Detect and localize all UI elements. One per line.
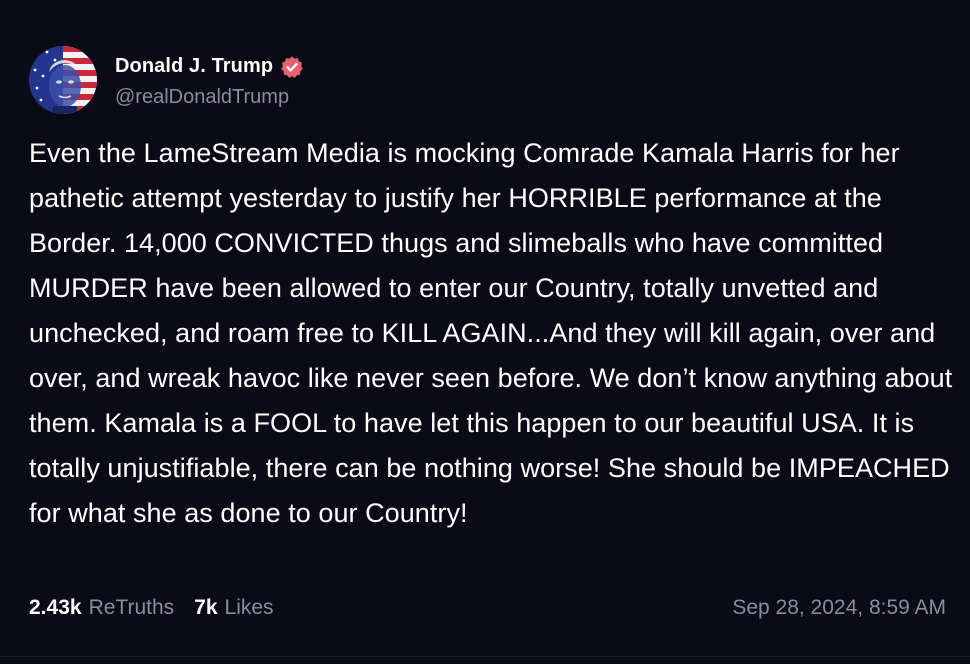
- post-stats: 2.43k ReTruths 7k Likes: [29, 596, 294, 620]
- retruths-label: ReTruths: [88, 596, 175, 619]
- likes-count: 7k: [194, 596, 218, 619]
- avatar-image: [29, 46, 97, 114]
- likes-stat[interactable]: 7k Likes: [194, 596, 273, 620]
- author-info: Donald J. Trump @realDonaldTrump: [115, 52, 304, 109]
- author-display-name[interactable]: Donald J. Trump: [115, 55, 273, 78]
- post-text: Even the LameStream Media is mocking Com…: [29, 138, 953, 528]
- likes-label: Likes: [224, 596, 274, 619]
- retruths-stat[interactable]: 2.43k ReTruths: [29, 596, 174, 620]
- post-footer: 2.43k ReTruths 7k Likes Sep 28, 2024, 8:…: [29, 592, 946, 624]
- post-header: Donald J. Trump @realDonaldTrump: [29, 46, 304, 114]
- verified-badge-icon: [280, 55, 304, 79]
- author-handle[interactable]: @realDonaldTrump: [115, 86, 304, 109]
- avatar[interactable]: [29, 46, 97, 114]
- post-timestamp[interactable]: Sep 28, 2024, 8:59 AM: [732, 596, 946, 620]
- divider: [0, 656, 970, 657]
- name-row: Donald J. Trump: [115, 52, 304, 82]
- post-card: Donald J. Trump @realDonaldTrump Even th…: [0, 0, 970, 664]
- retruths-count: 2.43k: [29, 596, 82, 619]
